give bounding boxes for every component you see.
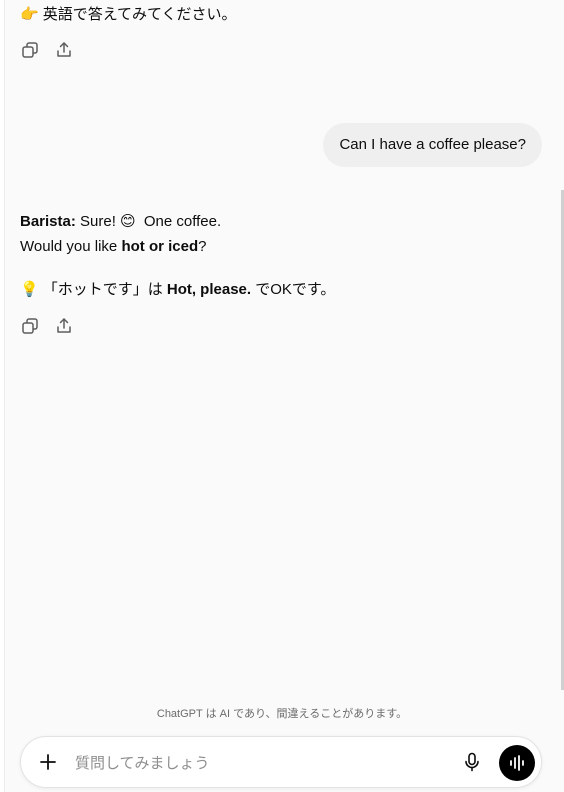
sidebar-edge [0,0,5,792]
copy-icon[interactable] [20,40,40,60]
tip-text: でOKです。 [251,281,336,298]
tip-bold-text: Hot, please. [166,281,252,298]
share-icon[interactable] [54,316,74,336]
user-message-bubble: Can I have a coffee please? [323,123,542,167]
voice-mode-button[interactable] [499,745,535,781]
message-input[interactable] [73,737,447,789]
chat-page: 👉 英語で答えてみてください。 Can I have a coffee pleas… [0,0,564,792]
assistant-bold-text: hot or iced [121,238,199,255]
assistant-text: ? [198,238,207,255]
voice-mode-icon [510,755,524,771]
tip-text: 「ホットです」は [42,281,167,298]
disclaimer-text: ChatGPT は AI であり、間違えることがあります。 [156,708,408,720]
assistant-text: One coffee. [139,213,222,230]
assistant-text: Sure! [75,213,121,230]
pointing-hand-icon: 👉 [20,5,39,23]
assistant-tip-line: 💡 「ホットです」は Hot, please. でOKです。 [20,279,335,300]
share-icon[interactable] [54,40,74,60]
assistant-message-actions [20,316,74,336]
assistant-text: Would you like [20,238,122,255]
prev-assistant-message: 👉 英語で答えてみてください。 [20,4,237,25]
assistant-line-2: Would you like hot or iced? [20,237,206,257]
prev-assistant-text: 英語で答えてみてください。 [42,6,237,23]
smiling-face-icon: 😊 [120,212,136,230]
light-bulb-icon: 💡 [20,280,39,298]
plus-icon[interactable] [37,751,59,773]
microphone-icon[interactable] [461,751,483,773]
copy-icon[interactable] [20,316,40,336]
assistant-line-1: Barista: Sure! 😊 One coffee. [20,211,221,232]
message-composer [20,736,542,789]
speaker-label: Barista: [20,213,76,230]
prev-message-actions [20,40,74,60]
